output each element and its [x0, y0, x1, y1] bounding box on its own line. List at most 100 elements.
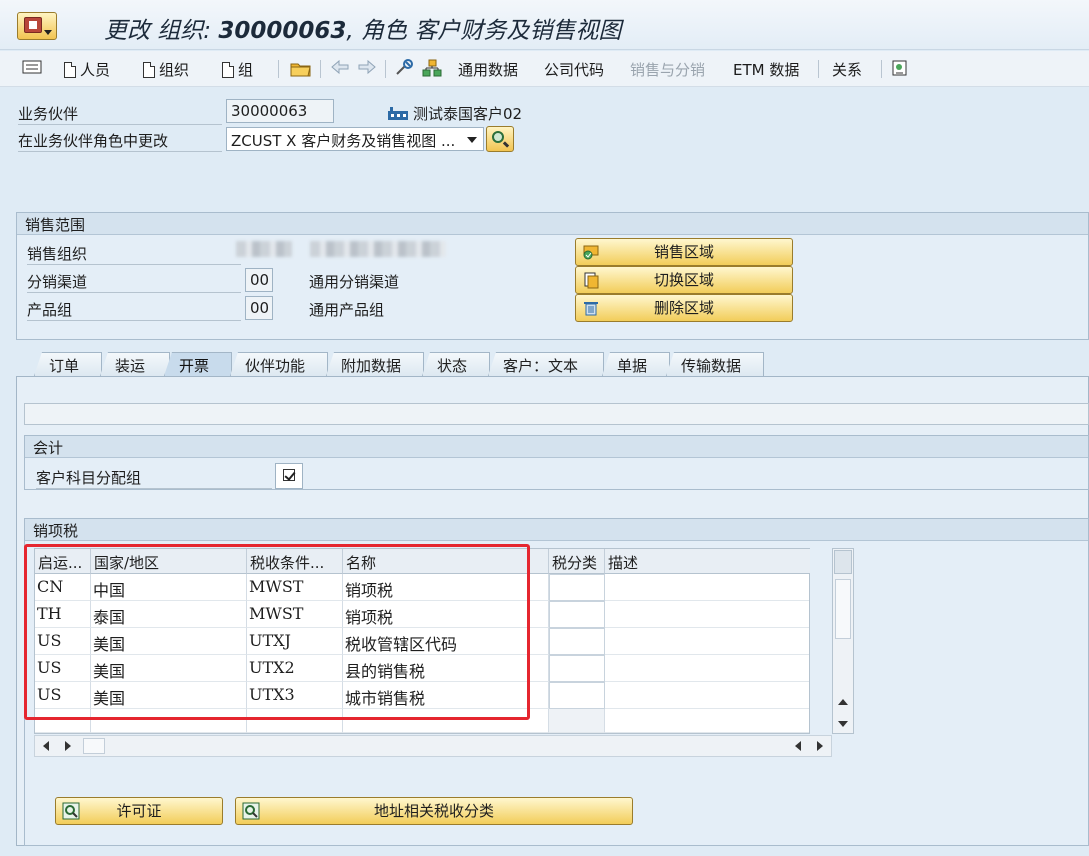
tax-class-input[interactable]: [549, 574, 605, 601]
system-menu-button[interactable]: [17, 12, 57, 40]
division-label: 产品组: [27, 301, 73, 319]
company-code-button[interactable]: 公司代码: [544, 59, 604, 79]
tax-class-input[interactable]: [549, 682, 605, 709]
table-row[interactable]: US 美国 UTXJ 税收管辖区代码: [35, 628, 809, 655]
col-tax-condition[interactable]: 税收条件...: [247, 549, 343, 574]
table-row[interactable]: CN 中国 MWST 销项税: [35, 574, 809, 601]
scroll-right-icon[interactable]: [65, 741, 71, 751]
bp-number-field[interactable]: 30000063: [226, 99, 334, 123]
title-suffix: , 角色 客户财务及销售视图: [346, 18, 622, 44]
bp-role-value: ZCUST X 客户财务及销售视图 ...: [231, 132, 456, 150]
checkmark-icon: [283, 469, 295, 481]
vertical-scrollbar[interactable]: [832, 548, 854, 734]
sales-distribution-button[interactable]: 销售与分销: [630, 59, 705, 79]
tools-icon[interactable]: [394, 59, 416, 79]
settings-icon[interactable]: [890, 59, 910, 79]
col-description[interactable]: 描述: [605, 549, 810, 574]
tax-class-input[interactable]: [549, 655, 605, 682]
trash-icon: [584, 302, 598, 316]
label-underline: [18, 124, 222, 125]
cell-description: [605, 574, 809, 601]
tab-transfer-data[interactable]: 传输数据: [666, 352, 764, 376]
horizontal-scrollbar[interactable]: [34, 735, 832, 757]
col-name[interactable]: 名称: [343, 549, 549, 574]
etm-data-button[interactable]: ETM 数据: [733, 59, 799, 79]
cell-condition: UTX2: [247, 655, 343, 682]
table-row[interactable]: US 美国 UTX3 城市销售税: [35, 682, 809, 709]
cell-country: 美国: [91, 655, 247, 682]
tab-additional-data[interactable]: 附加数据: [326, 352, 424, 376]
toolbar-separator: [818, 60, 819, 78]
label-underline: [27, 320, 241, 321]
license-button-label: 许可证: [116, 802, 162, 820]
acct-assign-checkbox[interactable]: [275, 463, 303, 489]
chevron-down-icon[interactable]: [467, 137, 477, 143]
switch-icon: [584, 272, 599, 289]
license-button[interactable]: 许可证: [55, 797, 223, 825]
scroll-right-icon[interactable]: [817, 741, 823, 751]
empty-cell: [549, 709, 605, 733]
scroll-left-icon[interactable]: [43, 741, 49, 751]
sales-org-label: 销售组织: [27, 245, 88, 263]
chevron-down-icon: [44, 30, 52, 35]
tab-shipping[interactable]: 装运: [100, 352, 170, 376]
tab-documents[interactable]: 单据: [602, 352, 670, 376]
person-button[interactable]: 人员: [64, 59, 110, 79]
general-data-button[interactable]: 通用数据: [458, 59, 518, 79]
tax-class-input[interactable]: [549, 628, 605, 655]
scroll-up-icon[interactable]: [838, 699, 848, 705]
cell-departure: US: [35, 682, 91, 709]
cell-country: 泰国: [91, 601, 247, 628]
tab-customer-text[interactable]: 客户：文本: [488, 352, 604, 376]
division-field[interactable]: 00: [245, 296, 273, 320]
cell-name: 城市销售税: [343, 682, 549, 709]
tab-status[interactable]: 状态: [422, 352, 490, 376]
switch-area-button[interactable]: 切换区域: [575, 266, 793, 294]
select-area-icon: [583, 245, 599, 260]
empty-cell: [91, 709, 247, 733]
col-country[interactable]: 国家/地区: [91, 549, 247, 574]
scroll-down-icon[interactable]: [838, 721, 848, 727]
open-folder-icon[interactable]: [290, 59, 312, 79]
column-settings-icon[interactable]: [834, 550, 852, 574]
title-bp-number: 30000063: [218, 18, 347, 44]
cell-departure: CN: [35, 574, 91, 601]
tab-billing[interactable]: 开票: [164, 352, 232, 376]
tab-partner-functions[interactable]: 伙伴功能: [230, 352, 328, 376]
scroll-left-icon[interactable]: [795, 741, 801, 751]
title-bar: 更改 组织: 30000063, 角色 客户财务及销售视图: [0, 0, 1089, 50]
magnifier-icon: [242, 802, 260, 820]
empty-cell: [35, 709, 91, 733]
tax-class-input[interactable]: [549, 601, 605, 628]
list-icon[interactable]: [22, 59, 42, 79]
address-tax-class-button[interactable]: 地址相关税收分类: [235, 797, 633, 825]
toolbar-separator: [278, 60, 279, 78]
empty-cell: [247, 709, 343, 733]
empty-cell: [605, 709, 809, 733]
table-row[interactable]: US 美国 UTX2 县的销售税: [35, 655, 809, 682]
previous-arrow-icon[interactable]: [330, 59, 350, 79]
bp-role-dropdown[interactable]: ZCUST X 客户财务及销售视图 ...: [226, 127, 484, 151]
delete-area-button[interactable]: 删除区域: [575, 294, 793, 322]
relations-button[interactable]: 关系: [832, 59, 862, 79]
tab-orders[interactable]: 订单: [34, 352, 102, 376]
table-row[interactable]: TH 泰国 MWST 销项税: [35, 601, 809, 628]
group-button[interactable]: 组: [222, 59, 253, 79]
col-departure-country[interactable]: 启运...: [35, 549, 91, 574]
col-tax-class[interactable]: 税分类: [549, 549, 605, 574]
tab-inner-bar: [24, 403, 1089, 425]
dist-channel-desc: 通用分销渠道: [309, 273, 400, 291]
dist-channel-field[interactable]: 00: [245, 268, 273, 292]
organization-button[interactable]: 组织: [143, 59, 189, 79]
hierarchy-icon[interactable]: [421, 59, 443, 79]
document-icon: [143, 62, 155, 78]
role-search-button[interactable]: [486, 126, 514, 152]
cell-description: [605, 682, 809, 709]
next-arrow-icon[interactable]: [357, 59, 377, 79]
scroll-thumb[interactable]: [835, 579, 851, 639]
table-row-empty: [35, 709, 809, 733]
sales-org-value-redacted: [236, 241, 292, 257]
scroll-thumb[interactable]: [83, 738, 105, 754]
sales-area-button[interactable]: 销售区域: [575, 238, 793, 266]
magnifier-icon: [492, 131, 504, 143]
